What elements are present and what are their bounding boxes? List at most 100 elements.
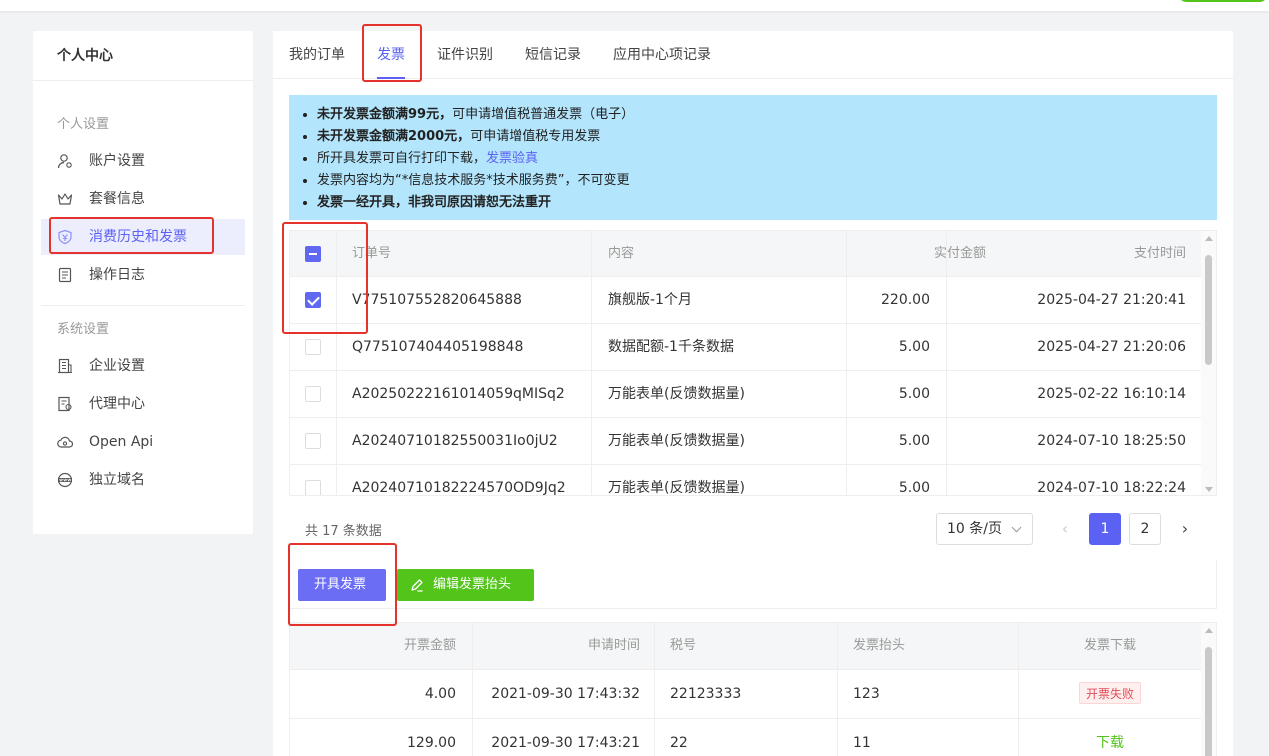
order-content: 旗舰版-1个月 [608, 292, 692, 308]
tab-id-recognition[interactable]: 证件识别 [437, 31, 493, 79]
next-page-button[interactable]: › [1169, 513, 1201, 545]
table-scrollbar[interactable] [1201, 231, 1216, 495]
row-checkbox[interactable] [305, 339, 321, 355]
notice-text: 可申请增值税普通发票（电子） [452, 107, 635, 122]
order-amount: 220.00 [881, 292, 930, 308]
column-header: 内容 [608, 246, 635, 261]
table-row[interactable]: Q775107404405198848 数据配额-1千条数据 5.00 2025… [290, 324, 1202, 371]
column-header: 发票下载 [1083, 638, 1136, 653]
invoice-time: 2021-09-30 17:43:21 [491, 735, 640, 751]
page-2-button[interactable]: 2 [1129, 513, 1161, 545]
select-all-checkbox[interactable] [305, 246, 321, 262]
row-checkbox[interactable] [305, 433, 321, 449]
scroll-down-icon[interactable] [1205, 487, 1213, 492]
sidebar-item-domain[interactable]: 独立域名 [41, 462, 245, 498]
order-amount: 5.00 [898, 339, 930, 355]
main-panel: 我的订单 发票 证件识别 短信记录 应用中心项记录 未开发票金额满99元，可申请… [273, 31, 1233, 756]
notice-line: 所开具发票可自行打印下载，发票验真 [317, 148, 1205, 170]
table-row[interactable]: V775107552820645888 旗舰版-1个月 220.00 2025-… [290, 277, 1202, 324]
invoice-notice: 未开发票金额满99元，可申请增值税普通发票（电子） 未开发票金额满2000元，可… [289, 95, 1217, 220]
verify-invoice-link[interactable]: 发票验真 [486, 151, 538, 166]
top-bar-button[interactable] [1177, 0, 1269, 2]
column-header: 实付金额 [933, 246, 986, 261]
order-content: 万能表单(反馈数据量) [608, 433, 745, 449]
order-content: 万能表单(反馈数据量) [608, 480, 745, 496]
order-amount: 5.00 [898, 480, 930, 496]
top-bar [0, 0, 1269, 11]
scroll-up-icon[interactable] [1205, 628, 1213, 633]
column-header: 订单号 [352, 246, 392, 261]
tab-my-orders[interactable]: 我的订单 [289, 31, 345, 79]
table-row: 129.00 2021-09-30 17:43:21 22 11 下载 [290, 719, 1202, 756]
invoice-table-scrollbar[interactable] [1201, 623, 1216, 756]
notice-line: 未开发票金额满2000元，可申请增值税专用发票 [317, 126, 1205, 148]
table-row[interactable]: A20250222161014059qMISq2 万能表单(反馈数据量) 5.0… [290, 371, 1202, 418]
sidebar-item-label: 操作日志 [89, 267, 145, 283]
table-header: 订单号 内容 实付金额 支付时间 [290, 231, 1202, 277]
prev-page-button[interactable]: ‹ [1049, 513, 1081, 545]
total-count: 共 17 条数据 [305, 524, 382, 539]
sidebar-item-label: 代理中心 [89, 396, 145, 412]
order-content: 万能表单(反馈数据量) [608, 386, 745, 402]
sidebar-item-logs[interactable]: 操作日志 [41, 257, 245, 293]
tab-bar: 我的订单 发票 证件识别 短信记录 应用中心项记录 [273, 31, 1233, 79]
notice-bold: 未开发票金额满99元， [317, 107, 453, 122]
order-time: 2025-04-27 21:20:06 [1037, 339, 1186, 355]
tab-app-center-records[interactable]: 应用中心项记录 [613, 31, 711, 79]
sidebar-item-label: 账户设置 [89, 153, 145, 169]
row-checkbox[interactable] [305, 292, 321, 308]
sidebar-divider [41, 305, 245, 306]
agent-doc-icon [58, 396, 72, 412]
order-id: A20250222161014059qMISq2 [352, 386, 565, 402]
scrollbar-thumb[interactable] [1205, 647, 1212, 756]
sidebar-item-account[interactable]: 账户设置 [41, 143, 245, 179]
document-list-icon [58, 267, 72, 283]
sidebar-item-plan[interactable]: 套餐信息 [41, 181, 245, 217]
notice-line: 发票内容均为“*信息技术服务*技术服务费”，不可变更 [317, 170, 1205, 192]
order-id: V775107552820645888 [352, 292, 522, 308]
scroll-up-icon[interactable] [1205, 236, 1213, 241]
page-1-button[interactable]: 1 [1089, 513, 1121, 545]
order-id: A20240710182550031Io0jU2 [352, 433, 558, 449]
download-invoice-link[interactable]: 下载 [1096, 735, 1124, 751]
sidebar-item-billing[interactable]: 消费历史和发票 [41, 219, 245, 255]
row-checkbox[interactable] [305, 386, 321, 402]
table-row[interactable]: A20240710182224570OD9Jq2 万能表单(反馈数据量) 5.0… [290, 465, 1202, 496]
user-icon [57, 154, 72, 169]
order-time: 2024-07-10 18:22:24 [1037, 480, 1186, 496]
group-label-personal: 个人设置 [57, 117, 110, 132]
row-checkbox[interactable] [305, 480, 321, 495]
invoice-table: 开票金额 申请时间 税号 发票抬头 发票下载 4.00 2021-09-30 1… [289, 622, 1217, 756]
invoice-failed-badge: 开票失败 [1078, 682, 1141, 704]
page-size-select[interactable]: 10 条/页 [936, 513, 1033, 545]
notice-text: 可申请增值税专用发票 [470, 129, 601, 144]
tab-sms-records[interactable]: 短信记录 [525, 31, 581, 79]
tab-invoice[interactable]: 发票 [377, 31, 405, 79]
sidebar-item-openapi[interactable]: Open Api [41, 424, 245, 460]
edit-invoice-header-button[interactable]: 编辑发票抬头 [397, 569, 534, 601]
sidebar-item-label: 套餐信息 [89, 191, 145, 207]
www-globe-icon [57, 472, 73, 488]
order-time: 2025-02-22 16:10:14 [1037, 386, 1186, 402]
notice-bold: 发票一经开具，非我司原因请恕无法重开 [317, 195, 552, 210]
order-content: 数据配额-1千条数据 [608, 339, 734, 355]
sidebar-item-enterprise[interactable]: 企业设置 [41, 348, 245, 384]
crown-icon [57, 193, 73, 205]
orders-table: 订单号 内容 实付金额 支付时间 V775107552820645888 旗舰版… [289, 230, 1217, 496]
sidebar-item-label: Open Api [89, 434, 154, 450]
scrollbar-thumb[interactable] [1205, 255, 1212, 365]
issue-invoice-button[interactable]: 开具发票 [298, 569, 386, 601]
sidebar-item-agent[interactable]: 代理中心 [41, 386, 245, 422]
sidebar-title: 个人中心 [33, 31, 253, 81]
group-label-system: 系统设置 [57, 322, 110, 337]
sidebar: 个人中心 个人设置 账户设置 套餐信息 消费历史和发票 操作日志 系统设置 企业… [33, 31, 253, 534]
table-row[interactable]: A20240710182550031Io0jU2 万能表单(反馈数据量) 5.0… [290, 418, 1202, 465]
order-amount: 5.00 [898, 386, 930, 402]
cloud-icon [57, 436, 73, 448]
building-icon [58, 358, 72, 374]
invoice-header: 123 [853, 686, 880, 702]
table-row: 4.00 2021-09-30 17:43:32 22123333 123 开票… [290, 670, 1202, 719]
column-header: 申请时间 [587, 638, 640, 653]
order-time: 2025-04-27 21:20:41 [1037, 292, 1186, 308]
table-header: 开票金额 申请时间 税号 发票抬头 发票下载 [290, 623, 1202, 670]
